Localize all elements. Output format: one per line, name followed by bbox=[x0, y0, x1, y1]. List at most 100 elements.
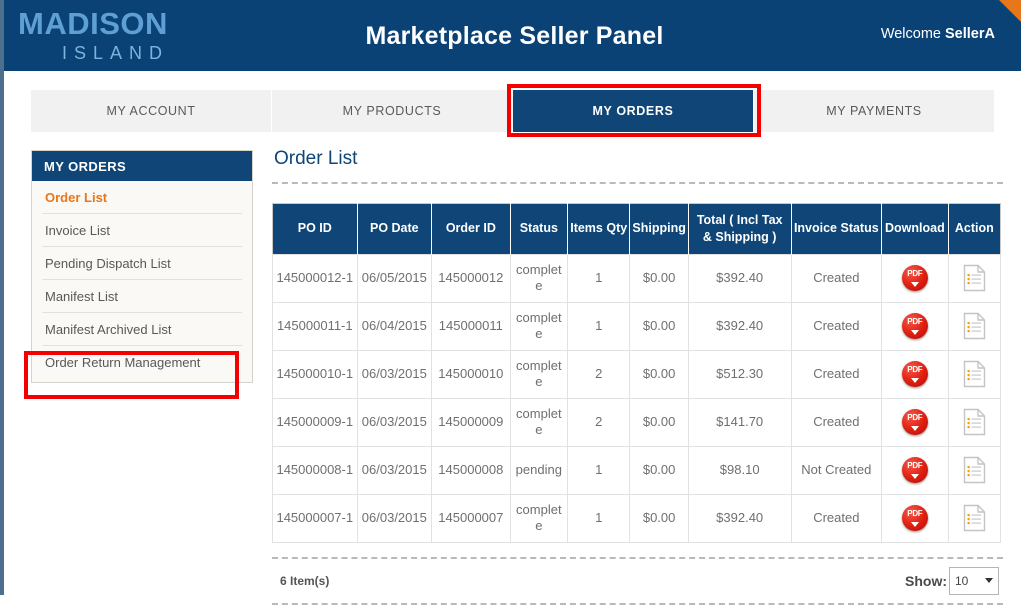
cell-shipping: $0.00 bbox=[629, 349, 689, 399]
col-header-total[interactable]: Total ( Incl Tax & Shipping ) bbox=[688, 203, 792, 255]
document-list-icon[interactable] bbox=[963, 264, 986, 292]
cell-po-id: 145000008-1 bbox=[272, 445, 358, 495]
divider-top bbox=[272, 182, 1003, 184]
cell-order-id: 145000009 bbox=[431, 397, 511, 447]
table-row: 145000012-1 06/05/2015 145000012 complet… bbox=[272, 253, 1002, 303]
document-list-icon[interactable] bbox=[963, 312, 986, 340]
pdf-icon-label: PDF bbox=[907, 509, 923, 519]
main-nav-tabs: MY ACCOUNT MY PRODUCTS MY ORDERS MY PAYM… bbox=[31, 90, 994, 132]
table-row: 145000007-1 06/03/2015 145000007 complet… bbox=[272, 493, 1002, 543]
cell-po-id: 145000012-1 bbox=[272, 253, 358, 303]
sidebar-item-pending-dispatch-list[interactable]: Pending Dispatch List bbox=[42, 247, 242, 280]
document-list-icon[interactable] bbox=[963, 504, 986, 532]
col-header-status[interactable]: Status bbox=[510, 203, 569, 255]
pdf-download-icon[interactable]: PDF bbox=[901, 457, 928, 484]
show-per-page-control: Show: 10 bbox=[905, 566, 1003, 595]
cell-order-id: 145000008 bbox=[431, 445, 511, 495]
cell-invoice-status: Created bbox=[790, 253, 883, 303]
table-footer: 6 Item(s) Show: 10 bbox=[272, 556, 1003, 605]
col-header-po-id[interactable]: PO ID bbox=[272, 203, 358, 255]
show-per-page-select[interactable]: 10 bbox=[949, 566, 999, 595]
tab-my-orders[interactable]: MY ORDERS bbox=[513, 90, 754, 132]
sidebar-item-order-return-management[interactable]: Order Return Management bbox=[42, 346, 242, 379]
cell-shipping: $0.00 bbox=[629, 445, 689, 495]
cell-shipping: $0.00 bbox=[629, 301, 689, 351]
cell-po-date: 06/03/2015 bbox=[356, 397, 433, 447]
cell-po-date: 06/03/2015 bbox=[356, 349, 433, 399]
page-title: Marketplace Seller Panel bbox=[365, 22, 664, 50]
item-count-label: 6 Item(s) bbox=[280, 573, 330, 588]
cell-shipping: $0.00 bbox=[629, 493, 689, 543]
seller-panel-page: MADISON ISLAND Marketplace Seller Panel … bbox=[0, 0, 1021, 605]
pdf-icon-label: PDF bbox=[907, 269, 923, 279]
pdf-icon-arrow bbox=[910, 378, 919, 384]
col-header-items-qty[interactable]: Items Qty bbox=[567, 203, 631, 255]
sidebar-list: Order List Invoice List Pending Dispatch… bbox=[32, 181, 252, 379]
pdf-download-icon[interactable]: PDF bbox=[901, 265, 928, 292]
cell-download: PDF bbox=[881, 445, 949, 495]
col-header-order-id[interactable]: Order ID bbox=[431, 203, 511, 255]
cell-items-qty: 1 bbox=[566, 253, 631, 303]
pdf-download-icon[interactable]: PDF bbox=[901, 313, 928, 340]
cell-items-qty: 1 bbox=[566, 301, 631, 351]
cell-items-qty: 1 bbox=[566, 493, 631, 543]
document-list-icon[interactable] bbox=[963, 456, 986, 484]
pdf-icon-arrow bbox=[910, 282, 919, 288]
pdf-icon-arrow bbox=[910, 522, 919, 528]
cell-po-id: 145000010-1 bbox=[272, 349, 358, 399]
col-header-download: Download bbox=[881, 203, 949, 255]
welcome-username: SellerA bbox=[945, 26, 995, 42]
show-label: Show: bbox=[905, 572, 947, 589]
cell-status: complete bbox=[509, 349, 569, 399]
pdf-icon-label: PDF bbox=[907, 317, 923, 327]
corner-accent-triangle-icon bbox=[999, 0, 1021, 26]
show-per-page-value: 10 bbox=[955, 573, 969, 588]
tab-my-payments[interactable]: MY PAYMENTS bbox=[754, 90, 994, 132]
pdf-icon-arrow bbox=[910, 474, 919, 480]
cell-invoice-status: Created bbox=[790, 301, 883, 351]
cell-total: $141.70 bbox=[687, 397, 792, 447]
cell-total: $392.40 bbox=[687, 253, 792, 303]
sidebar-item-manifest-archived-list[interactable]: Manifest Archived List bbox=[42, 313, 242, 346]
col-header-action: Action bbox=[948, 203, 1001, 255]
sidebar-item-order-list[interactable]: Order List bbox=[42, 181, 242, 214]
cell-order-id: 145000012 bbox=[431, 253, 511, 303]
document-list-icon[interactable] bbox=[963, 360, 986, 388]
col-header-invoice-status[interactable]: Invoice Status bbox=[791, 203, 883, 255]
sidebar: MY ORDERS Order List Invoice List Pendin… bbox=[31, 150, 253, 383]
cell-items-qty: 1 bbox=[566, 445, 631, 495]
cell-download: PDF bbox=[881, 397, 949, 447]
cell-po-date: 06/04/2015 bbox=[356, 301, 433, 351]
footer-inner: 6 Item(s) Show: 10 bbox=[272, 559, 1003, 603]
cell-action bbox=[947, 397, 1002, 447]
cell-invoice-status: Created bbox=[790, 397, 883, 447]
col-header-shipping[interactable]: Shipping bbox=[629, 203, 689, 255]
pdf-download-icon[interactable]: PDF bbox=[901, 409, 928, 436]
sidebar-item-manifest-list[interactable]: Manifest List bbox=[42, 280, 242, 313]
main-content: Order List PO ID PO Date Order ID Status… bbox=[272, 148, 1003, 605]
site-header: MADISON ISLAND Marketplace Seller Panel … bbox=[4, 0, 1021, 71]
table-row: 145000008-1 06/03/2015 145000008 pending… bbox=[272, 445, 1002, 495]
cell-status: complete bbox=[509, 253, 569, 303]
cell-status: complete bbox=[509, 397, 569, 447]
pdf-download-icon[interactable]: PDF bbox=[901, 505, 928, 532]
table-head: PO ID PO Date Order ID Status Items Qty … bbox=[272, 203, 1001, 255]
cell-invoice-status: Created bbox=[790, 349, 883, 399]
cell-total: $392.40 bbox=[687, 301, 792, 351]
cell-order-id: 145000010 bbox=[431, 349, 511, 399]
sidebar-item-invoice-list[interactable]: Invoice List bbox=[42, 214, 242, 247]
cell-po-id: 145000011-1 bbox=[272, 301, 358, 351]
pdf-icon-label: PDF bbox=[907, 413, 923, 423]
cell-download: PDF bbox=[881, 349, 949, 399]
cell-order-id: 145000011 bbox=[431, 301, 511, 351]
pdf-download-icon[interactable]: PDF bbox=[901, 361, 928, 388]
col-header-po-date[interactable]: PO Date bbox=[357, 203, 433, 255]
cell-download: PDF bbox=[881, 493, 949, 543]
document-list-icon[interactable] bbox=[963, 408, 986, 436]
content-heading: Order List bbox=[274, 148, 358, 169]
cell-po-id: 145000007-1 bbox=[272, 493, 358, 543]
cell-po-id: 145000009-1 bbox=[272, 397, 358, 447]
tab-my-account[interactable]: MY ACCOUNT bbox=[31, 90, 272, 132]
tab-my-products[interactable]: MY PRODUCTS bbox=[272, 90, 513, 132]
cell-download: PDF bbox=[881, 301, 949, 351]
